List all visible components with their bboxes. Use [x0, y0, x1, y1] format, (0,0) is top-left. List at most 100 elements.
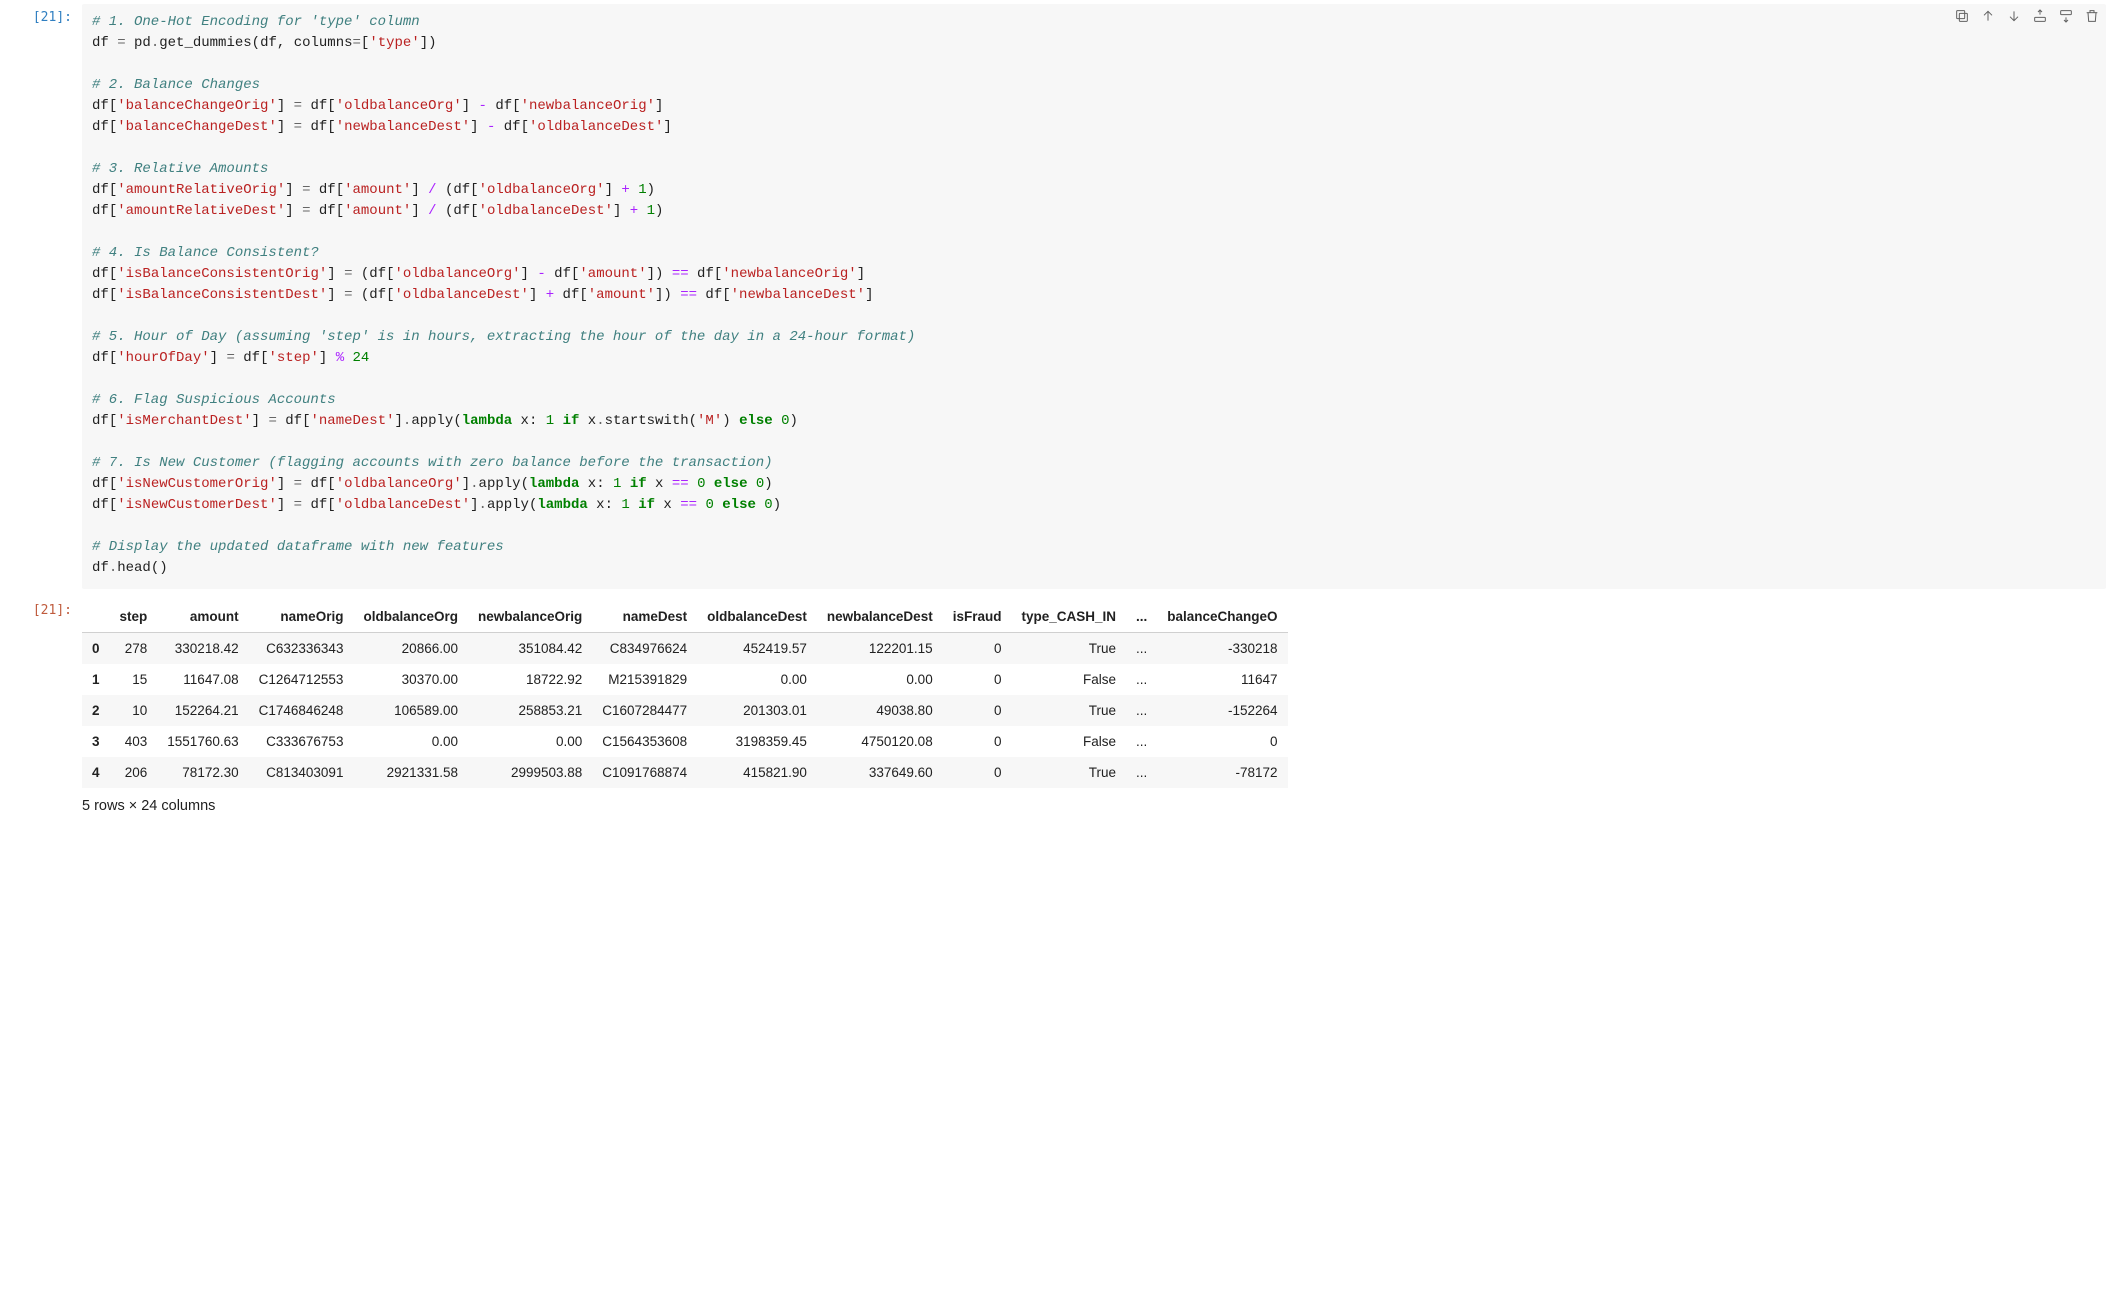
dataframe-cell: C1746846248 [249, 695, 354, 726]
dataframe-cell: 0 [943, 695, 1012, 726]
dataframe-cell: True [1011, 695, 1126, 726]
arrow-down-icon [2006, 8, 2022, 24]
dataframe-cell: 49038.80 [817, 695, 943, 726]
dataframe-cell: M215391829 [592, 664, 697, 695]
dataframe-column-header: oldbalanceDest [697, 601, 817, 633]
dataframe-cell: C1607284477 [592, 695, 697, 726]
dataframe-cell: 206 [110, 757, 158, 788]
dataframe-cell: 337649.60 [817, 757, 943, 788]
dataframe-column-header: newbalanceOrig [468, 601, 592, 633]
dataframe-cell: 0.00 [353, 726, 468, 757]
dataframe-row-index: 4 [82, 757, 110, 788]
table-row: 34031551760.63C3336767530.000.00C1564353… [82, 726, 1288, 757]
dataframe-cell: 0.00 [817, 664, 943, 695]
dataframe-column-header: type_CASH_IN [1011, 601, 1126, 633]
dataframe-cell: -78172 [1157, 757, 1287, 788]
dataframe-cell: ... [1126, 664, 1157, 695]
dataframe-column-header: step [110, 601, 158, 633]
input-prompt: [21]: [8, 4, 82, 589]
duplicate-cell-button[interactable] [1954, 8, 1970, 24]
dataframe-cell: False [1011, 664, 1126, 695]
dataframe-cell: 0 [943, 633, 1012, 665]
code-editor[interactable]: # 1. One-Hot Encoding for 'type' column … [82, 4, 2106, 589]
dataframe-cell: 0 [943, 757, 1012, 788]
dataframe-cell: ... [1126, 726, 1157, 757]
dataframe-cell: True [1011, 633, 1126, 665]
dataframe-cell: 2921331.58 [353, 757, 468, 788]
dataframe-row-index: 3 [82, 726, 110, 757]
dataframe-cell: C813403091 [249, 757, 354, 788]
dataframe-cell: ... [1126, 757, 1157, 788]
dataframe-cell: 106589.00 [353, 695, 468, 726]
dataframe-cell: 2999503.88 [468, 757, 592, 788]
dataframe-row-index: 1 [82, 664, 110, 695]
dataframe-cell: 122201.15 [817, 633, 943, 665]
dataframe-column-header: newbalanceDest [817, 601, 943, 633]
insert-below-icon [2058, 8, 2074, 24]
dataframe-cell: ... [1126, 633, 1157, 665]
insert-cell-below-button[interactable] [2058, 8, 2074, 24]
dataframe-cell: 15 [110, 664, 158, 695]
dataframe-cell: 0 [943, 726, 1012, 757]
dataframe-cell: -330218 [1157, 633, 1287, 665]
dataframe-cell: 278 [110, 633, 158, 665]
dataframe-column-header: nameOrig [249, 601, 354, 633]
cell-toolbar [1954, 8, 2100, 24]
dataframe-output[interactable]: stepamountnameOrigoldbalanceOrgnewbalanc… [82, 601, 2106, 788]
table-row: 0278330218.42C63233634320866.00351084.42… [82, 633, 1288, 665]
dataframe-table: stepamountnameOrigoldbalanceOrgnewbalanc… [82, 601, 1288, 788]
arrow-up-icon [1980, 8, 1996, 24]
dataframe-cell: C1091768874 [592, 757, 697, 788]
insert-cell-above-button[interactable] [2032, 8, 2048, 24]
dataframe-index-header [82, 601, 110, 633]
dataframe-cell: 30370.00 [353, 664, 468, 695]
dataframe-cell: 0 [1157, 726, 1287, 757]
dataframe-row-index: 0 [82, 633, 110, 665]
dataframe-cell: C632336343 [249, 633, 354, 665]
dataframe-column-header: balanceChangeO [1157, 601, 1287, 633]
copy-icon [1954, 8, 1970, 24]
dataframe-cell: False [1011, 726, 1126, 757]
dataframe-cell: 415821.90 [697, 757, 817, 788]
dataframe-cell: 4750120.08 [817, 726, 943, 757]
dataframe-cell: 351084.42 [468, 633, 592, 665]
dataframe-cell: 78172.30 [157, 757, 248, 788]
table-row: 210152264.21C1746846248106589.00258853.2… [82, 695, 1288, 726]
dataframe-column-header: ... [1126, 601, 1157, 633]
output-cell: [21]: stepamountnameOrigoldbalanceOrgnew… [0, 593, 2114, 832]
dataframe-cell: 403 [110, 726, 158, 757]
dataframe-cell: 452419.57 [697, 633, 817, 665]
move-cell-up-button[interactable] [1980, 8, 1996, 24]
dataframe-cell: 18722.92 [468, 664, 592, 695]
output-prompt: [21]: [8, 597, 82, 832]
dataframe-cell: 11647.08 [157, 664, 248, 695]
dataframe-column-header: nameDest [592, 601, 697, 633]
dataframe-cell: 0.00 [468, 726, 592, 757]
move-cell-down-button[interactable] [2006, 8, 2022, 24]
dataframe-cell: 330218.42 [157, 633, 248, 665]
dataframe-cell: 201303.01 [697, 695, 817, 726]
dataframe-cell: C1564353608 [592, 726, 697, 757]
dataframe-cell: -152264 [1157, 695, 1287, 726]
dataframe-cell: 11647 [1157, 664, 1287, 695]
dataframe-column-header: isFraud [943, 601, 1012, 633]
dataframe-summary: 5 rows × 24 columns [82, 788, 2106, 832]
dataframe-cell: ... [1126, 695, 1157, 726]
dataframe-cell: C333676753 [249, 726, 354, 757]
dataframe-cell: 258853.21 [468, 695, 592, 726]
dataframe-cell: C1264712553 [249, 664, 354, 695]
dataframe-cell: 10 [110, 695, 158, 726]
dataframe-cell: C834976624 [592, 633, 697, 665]
input-cell: [21]: # 1. One-Hot Encoding for 'type' c… [0, 0, 2114, 589]
insert-above-icon [2032, 8, 2048, 24]
table-row: 420678172.30C8134030912921331.582999503.… [82, 757, 1288, 788]
table-row: 11511647.08C126471255330370.0018722.92M2… [82, 664, 1288, 695]
dataframe-column-header: amount [157, 601, 248, 633]
dataframe-row-index: 2 [82, 695, 110, 726]
dataframe-cell: 152264.21 [157, 695, 248, 726]
dataframe-cell: True [1011, 757, 1126, 788]
dataframe-cell: 0.00 [697, 664, 817, 695]
dataframe-cell: 0 [943, 664, 1012, 695]
dataframe-column-header: oldbalanceOrg [353, 601, 468, 633]
delete-cell-button[interactable] [2084, 8, 2100, 24]
